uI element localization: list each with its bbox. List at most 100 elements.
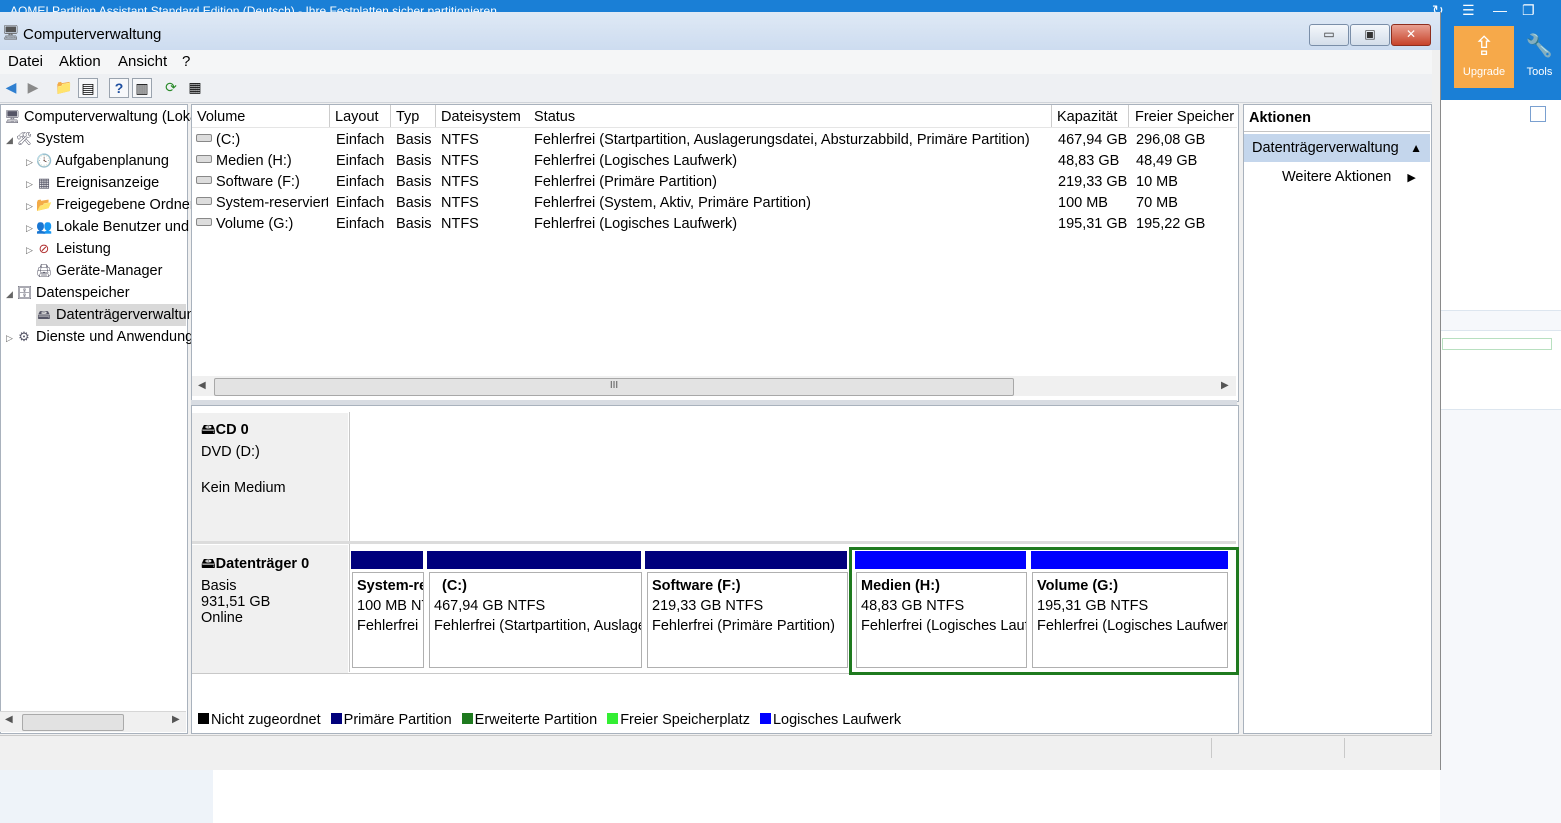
- cell-filesystem: NTFS: [441, 216, 479, 232]
- disk-size: 931,51 GB: [201, 594, 271, 610]
- refresh-icon[interactable]: ⟳: [162, 78, 180, 96]
- properties-icon[interactable]: ▦: [186, 78, 204, 96]
- close-button[interactable]: ✕: [1391, 24, 1431, 46]
- tree-item-label: Computerverwaltung (Lokal): [24, 109, 207, 125]
- back-icon[interactable]: ◀: [2, 78, 20, 96]
- actions-section-disk-management[interactable]: Datenträgerverwaltung ▲: [1244, 134, 1430, 162]
- cell-layout: Einfach: [336, 153, 385, 169]
- disk-0[interactable]: 🖴Datenträger 0 Basis 931,51 GB Online: [192, 545, 348, 673]
- help-icon[interactable]: ?: [109, 78, 129, 98]
- column-header-filesystem[interactable]: Dateisystem: [436, 105, 530, 127]
- expand-arrow-icon[interactable]: ▷: [26, 217, 36, 239]
- partition-volume-g[interactable]: Volume (G:) 195,31 GB NTFS Fehlerfrei (L…: [1032, 572, 1228, 668]
- tree-item-label: Datenträgerverwaltung: [56, 307, 203, 323]
- expand-arrow-icon[interactable]: ▷: [26, 195, 36, 217]
- cell-layout: Einfach: [336, 195, 385, 211]
- legend-swatch-primary: [330, 713, 342, 724]
- legend-label: Nicht zugeordnet: [211, 712, 321, 728]
- more-actions-item[interactable]: Weitere Aktionen ▶: [1282, 169, 1416, 185]
- restore-icon[interactable]: ❐: [1522, 2, 1535, 19]
- menu-icon[interactable]: ☰: [1462, 2, 1475, 19]
- collapse-arrow-icon[interactable]: ◢: [6, 129, 16, 151]
- tree-item-shared-folders[interactable]: ▷ 📂 Freigegebene Ordner: [26, 194, 195, 216]
- drive-icon: [196, 155, 212, 163]
- partition-software-f[interactable]: Software (F:) 219,33 GB NTFS Fehlerfrei …: [647, 572, 848, 668]
- partition-medien-h[interactable]: Medien (H:) 48,83 GB NTFS Fehlerfrei (Lo…: [856, 572, 1027, 668]
- partition-name: Software (F:): [652, 578, 741, 594]
- cell-filesystem: NTFS: [441, 153, 479, 169]
- menu-datei[interactable]: Datei: [8, 53, 43, 70]
- minimize-icon[interactable]: —: [1493, 2, 1507, 18]
- tree-item-performance[interactable]: ▷ ⊘ Leistung: [26, 238, 111, 260]
- show-hide-action-pane-icon[interactable]: ▥: [132, 78, 152, 98]
- scroll-right-icon[interactable]: ▶: [172, 714, 180, 725]
- column-header-volume[interactable]: Volume: [192, 105, 330, 127]
- tree-item-disk-management[interactable]: 🖴 Datenträgerverwaltung: [36, 304, 203, 326]
- partition-c[interactable]: (C:) 467,94 GB NTFS Fehlerfrei (Startpar…: [429, 572, 642, 668]
- partition-bar-primary: [427, 551, 641, 569]
- tree-item-computer-management[interactable]: 🖥 Computerverwaltung (Lokal): [4, 106, 206, 128]
- cell-status: Fehlerfrei (System, Aktiv, Primäre Parti…: [534, 195, 811, 211]
- scroll-right-icon[interactable]: ▶: [1221, 380, 1229, 391]
- partition-bar-primary: [645, 551, 847, 569]
- window-titlebar[interactable]: [0, 12, 1440, 50]
- expand-arrow-icon[interactable]: ▷: [26, 151, 36, 173]
- menu-ansicht[interactable]: Ansicht: [118, 53, 167, 70]
- tree-item-device-manager[interactable]: 🖨 Geräte-Manager: [36, 260, 162, 282]
- tree-item-storage[interactable]: ◢ 🗄 Datenspeicher: [6, 282, 130, 304]
- cell-filesystem: NTFS: [441, 132, 479, 148]
- tree-scroll-thumb[interactable]: [22, 714, 124, 731]
- tools-button[interactable]: 🔧 Tools: [1518, 26, 1561, 88]
- collapse-up-icon[interactable]: ▲: [1410, 134, 1422, 162]
- partition-system-reserved[interactable]: System-reserviert 100 MB NTFS Fehlerfrei…: [352, 572, 424, 668]
- status-bar: [0, 735, 1432, 762]
- cd-drive-icon: 🖴: [201, 422, 216, 438]
- legend-swatch-free: [607, 713, 619, 724]
- drive-icon: [196, 197, 212, 205]
- cell-volume-text: (C:): [216, 132, 241, 148]
- column-header-status[interactable]: Status: [529, 105, 1052, 127]
- column-header-capacity[interactable]: Kapazität: [1052, 105, 1129, 127]
- column-header-layout[interactable]: Layout: [330, 105, 391, 127]
- expand-arrow-icon[interactable]: ▷: [26, 173, 36, 195]
- menu-help[interactable]: ?: [182, 53, 190, 70]
- up-folder-icon[interactable]: 📁: [55, 78, 73, 96]
- column-header-free-space[interactable]: Freier Speicher: [1130, 105, 1236, 127]
- forward-icon[interactable]: ▶: [24, 78, 42, 96]
- tree-item-services[interactable]: ▷ ⚙ Dienste und Anwendungen: [6, 326, 209, 348]
- tree-item-system[interactable]: ◢ 🛠 System: [6, 128, 84, 150]
- cell-volume-text: Volume (G:): [216, 216, 294, 232]
- tree-item-event-viewer[interactable]: ▷ ▦ Ereignisanzeige: [26, 172, 159, 194]
- partition-name: Volume (G:): [1037, 578, 1119, 594]
- cell-volume: Volume (G:): [196, 214, 328, 235]
- legend-label: Logisches Laufwerk: [772, 712, 902, 728]
- scroll-left-icon[interactable]: ◀: [5, 714, 13, 725]
- minimize-button[interactable]: ▭: [1309, 24, 1349, 46]
- collapse-arrow-icon[interactable]: ◢: [6, 283, 16, 305]
- menu-aktion[interactable]: Aktion: [59, 53, 101, 70]
- partition-name: (C:): [442, 578, 467, 594]
- column-header-type[interactable]: Typ: [391, 105, 436, 127]
- event-viewer-icon: ▦: [37, 175, 51, 190]
- disk-cd0[interactable]: 🖴CD 0 DVD (D:) Kein Medium: [192, 413, 348, 541]
- legend-swatch-extended: [461, 713, 473, 724]
- partition-name: Medien (H:): [861, 578, 940, 594]
- tree-item-task-scheduler[interactable]: ▷ 🕓 Aufgabenplanung: [26, 150, 169, 172]
- partition-legend: Nicht zugeordnet Primäre Partition Erwei…: [192, 712, 1236, 732]
- partition-status: Fehlerfrei (Startpartition, Auslagerungs…: [434, 618, 641, 634]
- cell-volume-text: Medien (H:): [216, 153, 292, 169]
- volume-list-scroll-thumb[interactable]: III: [214, 378, 1014, 396]
- scroll-left-icon[interactable]: ◀: [198, 380, 206, 391]
- computer-mgmt-icon: 🖥: [4, 109, 21, 124]
- upgrade-button[interactable]: ⇪ Upgrade: [1454, 26, 1514, 88]
- drive-icon: [196, 176, 212, 184]
- tree-item-label: System: [36, 131, 85, 147]
- wrench-icon: 🔧: [1525, 33, 1554, 58]
- show-hide-tree-icon[interactable]: ▤: [78, 78, 98, 98]
- maximize-button[interactable]: ▣: [1350, 24, 1390, 46]
- cell-volume-text: Software (F:): [216, 174, 300, 190]
- expand-arrow-icon[interactable]: ▷: [26, 239, 36, 261]
- view-toggle-icon[interactable]: [1530, 106, 1546, 122]
- expand-arrow-icon[interactable]: ▷: [6, 327, 16, 349]
- partition-status: Fehlerfrei (System, Aktiv, Primäre Parti…: [357, 618, 423, 634]
